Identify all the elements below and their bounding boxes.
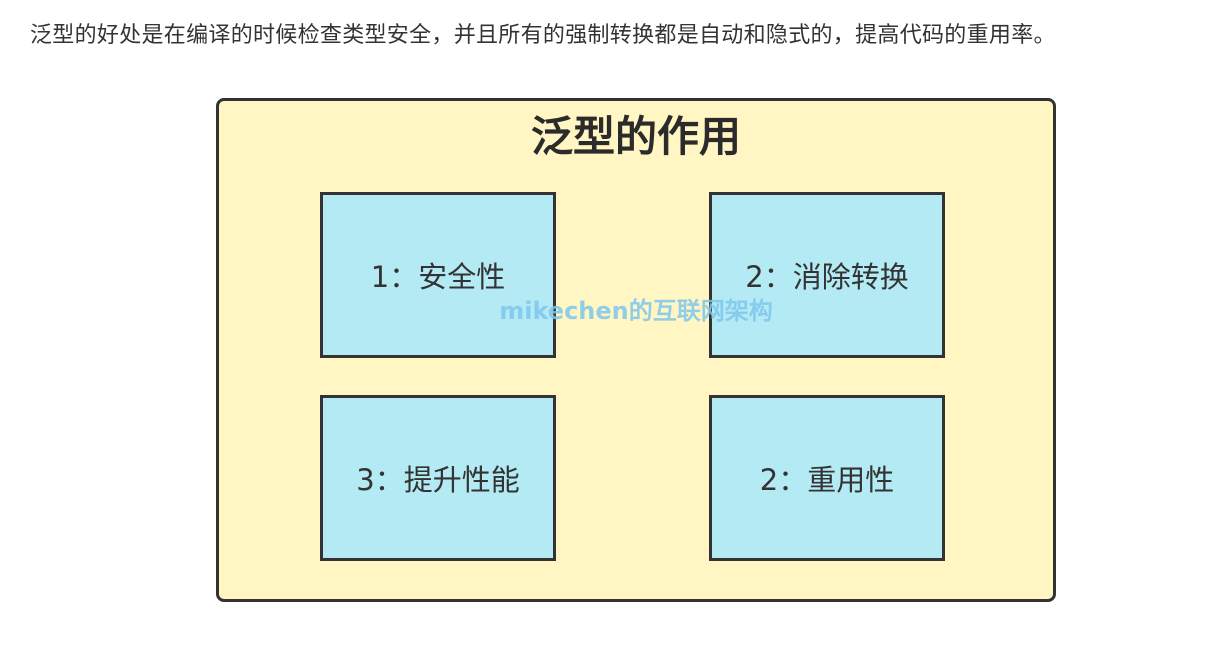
box-performance: 3：提升性能	[320, 395, 556, 561]
generics-diagram: 泛型的作用 1：安全性 2：消除转换 3：提升性能 2：重用性 mikechen…	[216, 98, 1056, 602]
intro-paragraph: 泛型的好处是在编译的时候检查类型安全，并且所有的强制转换都是自动和隐式的，提高代…	[30, 23, 1056, 48]
diagram-title: 泛型的作用	[530, 112, 741, 161]
box-reusability: 2：重用性	[709, 395, 945, 561]
box-safety: 1：安全性	[320, 192, 556, 358]
box-eliminate-cast: 2：消除转换	[709, 192, 945, 358]
